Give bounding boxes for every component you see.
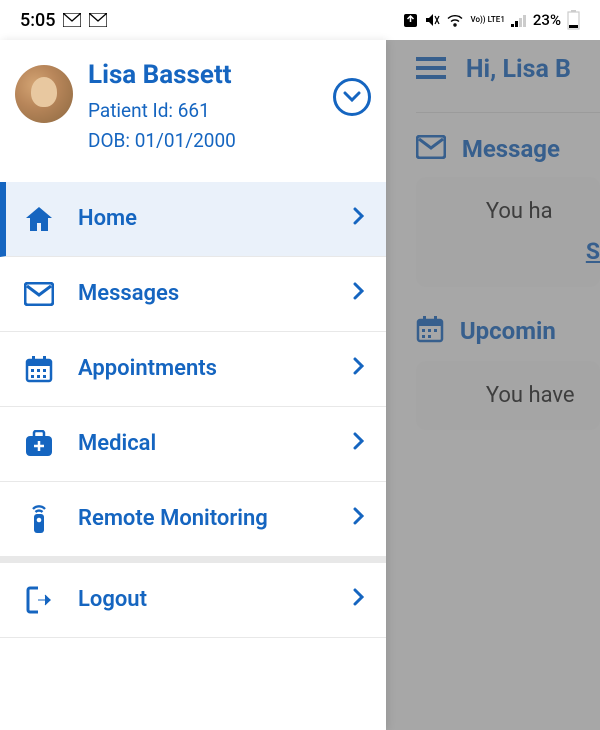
signal-icon <box>511 14 527 27</box>
nav-list-secondary: Logout <box>0 563 386 638</box>
chevron-right-icon <box>353 431 364 456</box>
dob-label: DOB: 01/01/2000 <box>88 126 318 156</box>
envelope-icon <box>22 277 56 311</box>
mute-icon <box>424 12 440 28</box>
nav-item-remote-monitoring[interactable]: Remote Monitoring <box>0 482 386 557</box>
m-icon <box>63 13 81 27</box>
nav-label: Appointments <box>78 356 353 381</box>
status-bar: 5:05 Vo)) LTE1 23% <box>0 0 600 40</box>
scrim-overlay[interactable] <box>386 40 600 730</box>
nav-label: Messages <box>78 281 353 306</box>
nav-item-messages[interactable]: Messages <box>0 257 386 332</box>
avatar[interactable] <box>15 65 73 123</box>
patient-id-label: Patient Id: 661 <box>88 96 318 126</box>
status-right: Vo)) LTE1 23% <box>403 10 580 30</box>
nav-label: Home <box>78 206 353 231</box>
profile-name: Lisa Bassett <box>88 60 318 90</box>
chevron-right-icon <box>353 506 364 531</box>
chevron-right-icon <box>353 281 364 306</box>
nav-item-logout[interactable]: Logout <box>0 563 386 638</box>
status-time: 5:05 <box>20 10 55 31</box>
remote-icon <box>22 502 56 536</box>
update-icon <box>403 13 418 28</box>
navigation-drawer: Lisa Bassett Patient Id: 661 DOB: 01/01/… <box>0 40 386 730</box>
expand-profile-button[interactable] <box>333 78 371 116</box>
chevron-right-icon <box>353 587 364 612</box>
profile-header: Lisa Bassett Patient Id: 661 DOB: 01/01/… <box>0 40 386 182</box>
wifi-icon <box>446 13 464 27</box>
nav-label: Remote Monitoring <box>78 506 353 531</box>
battery-pct: 23% <box>533 11 561 29</box>
logout-icon <box>22 583 56 617</box>
nav-list: Home Messages Appointments <box>0 182 386 557</box>
status-left: 5:05 <box>20 10 107 31</box>
profile-info: Lisa Bassett Patient Id: 661 DOB: 01/01/… <box>88 60 318 157</box>
nav-item-home[interactable]: Home <box>0 182 386 257</box>
lte-label: Vo)) LTE1 <box>470 16 504 24</box>
chevron-down-icon <box>343 91 361 103</box>
battery-icon <box>567 10 580 30</box>
m-icon <box>89 13 107 27</box>
nav-item-medical[interactable]: Medical <box>0 407 386 482</box>
nav-label: Logout <box>78 587 353 612</box>
nav-item-appointments[interactable]: Appointments <box>0 332 386 407</box>
nav-label: Medical <box>78 431 353 456</box>
calendar-icon <box>22 352 56 386</box>
medical-bag-icon <box>22 427 56 461</box>
chevron-right-icon <box>353 206 364 231</box>
main-panel: Hi, Lisa B Message You ha S Upcomin <box>386 40 600 730</box>
chevron-right-icon <box>353 356 364 381</box>
home-icon <box>22 202 56 236</box>
